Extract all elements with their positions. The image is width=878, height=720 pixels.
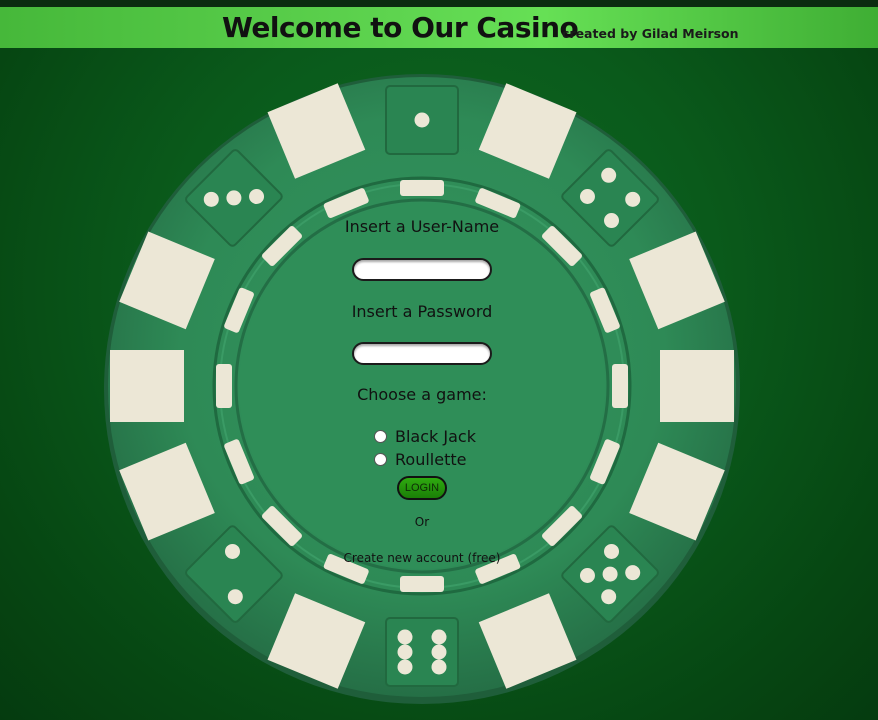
password-input[interactable]	[352, 342, 492, 365]
roulette-radio[interactable]	[374, 452, 387, 466]
game-option-blackjack[interactable]: Black Jack	[374, 426, 476, 446]
roulette-label: Roullette	[395, 449, 467, 469]
username-input[interactable]	[352, 258, 492, 281]
game-option-roulette[interactable]: Roullette	[374, 449, 466, 469]
login-button[interactable]: LOGIN	[397, 476, 447, 500]
blackjack-radio[interactable]	[374, 429, 387, 443]
password-label: Insert a Password	[351, 302, 493, 321]
username-label: Insert a User-Name	[344, 217, 500, 236]
blackjack-label: Black Jack	[395, 426, 476, 446]
or-separator: Or	[414, 515, 430, 529]
create-account-link[interactable]: Create new account (free)	[322, 551, 522, 565]
game-label: Choose a game:	[357, 385, 487, 404]
login-form: Insert a User-Name Insert a Password Cho…	[0, 0, 878, 720]
